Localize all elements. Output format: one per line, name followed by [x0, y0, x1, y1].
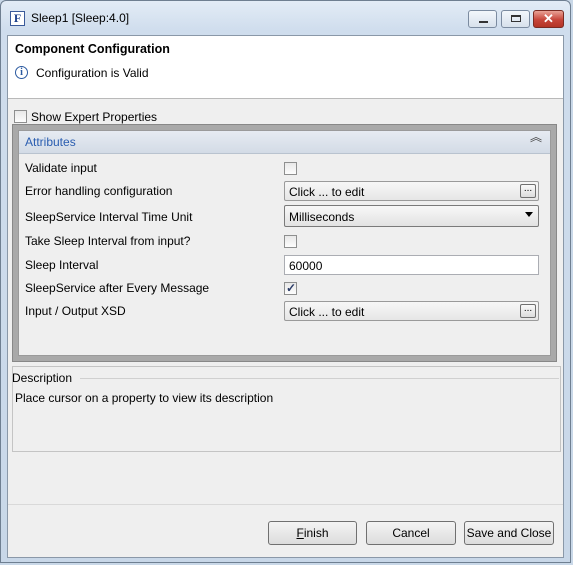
save-and-close-button[interactable]: Save and Close [464, 521, 554, 545]
maximize-icon [511, 15, 521, 22]
page-title: Component Configuration [15, 42, 170, 56]
sleep-after-every-message-checkbox[interactable] [284, 281, 297, 295]
validate-input-checkbox[interactable] [284, 162, 297, 175]
sleep-interval-input[interactable]: 60000 [284, 255, 539, 275]
interval-time-unit-select[interactable]: Milliseconds [284, 205, 539, 227]
sleep-after-every-message-label: SleepService after Every Message [25, 281, 210, 295]
minimize-icon [479, 21, 488, 23]
sleep-interval-from-input-checkbox[interactable] [284, 235, 297, 248]
validate-input-label: Validate input [25, 161, 97, 175]
attributes-panel: Attributes ︽ Validate input Error handli… [18, 130, 551, 356]
io-xsd-label: Input / Output XSD [25, 304, 126, 318]
interval-time-unit-value: Milliseconds [289, 210, 355, 224]
finish-button[interactable]: Finish [268, 521, 357, 545]
show-expert-properties-label: Show Expert Properties [31, 110, 158, 124]
io-xsd-browse-button[interactable]: ... [520, 304, 536, 318]
io-xsd-editor[interactable]: Click ... to edit ... [284, 301, 539, 321]
collapse-chevron-icon[interactable]: ︽ [530, 131, 542, 143]
description-divider [80, 378, 559, 379]
dialog-window: F Sleep1 [Sleep:4.0] ✕ Component Configu… [0, 0, 571, 563]
io-xsd-value: Click ... to edit [289, 305, 365, 319]
sleep-interval-value: 60000 [289, 259, 323, 273]
chevron-down-icon [525, 212, 533, 217]
finish-label-rest: inish [303, 526, 329, 540]
maximize-button[interactable] [501, 10, 530, 28]
dialog-client: Component Configuration i Configuration … [7, 35, 564, 558]
attributes-section-header[interactable]: Attributes ︽ [19, 131, 550, 154]
properties-frame: Attributes ︽ Validate input Error handli… [12, 124, 557, 362]
description-text: Place cursor on a property to view its d… [15, 391, 274, 405]
cancel-button[interactable]: Cancel [366, 521, 456, 545]
show-expert-properties-checkbox[interactable] [14, 110, 27, 123]
error-handling-browse-button[interactable]: ... [520, 184, 536, 198]
sleep-interval-label: Sleep Interval [25, 258, 99, 272]
close-icon: ✕ [543, 11, 554, 26]
minimize-button[interactable] [468, 10, 497, 28]
window-title: Sleep1 [Sleep:4.0] [31, 11, 130, 25]
interval-time-unit-label: SleepService Interval Time Unit [25, 210, 193, 224]
error-handling-editor[interactable]: Click ... to edit ... [284, 181, 539, 201]
finish-mnemonic: F [296, 526, 304, 540]
footer-divider [8, 504, 563, 505]
sleep-interval-from-input-label: Take Sleep Interval from input? [25, 234, 191, 248]
header-divider [8, 98, 563, 99]
description-title: Description [12, 371, 73, 385]
error-handling-label: Error handling configuration [25, 184, 173, 198]
header-area: Component Configuration i Configuration … [8, 36, 563, 98]
error-handling-value: Click ... to edit [289, 185, 365, 199]
close-button[interactable]: ✕ [533, 10, 564, 28]
info-icon: i [15, 66, 28, 79]
app-logo-icon: F [10, 11, 25, 26]
validation-status: Configuration is Valid [36, 66, 149, 80]
attributes-section-title: Attributes [25, 135, 76, 149]
title-bar[interactable]: F Sleep1 [Sleep:4.0] ✕ [1, 1, 570, 35]
